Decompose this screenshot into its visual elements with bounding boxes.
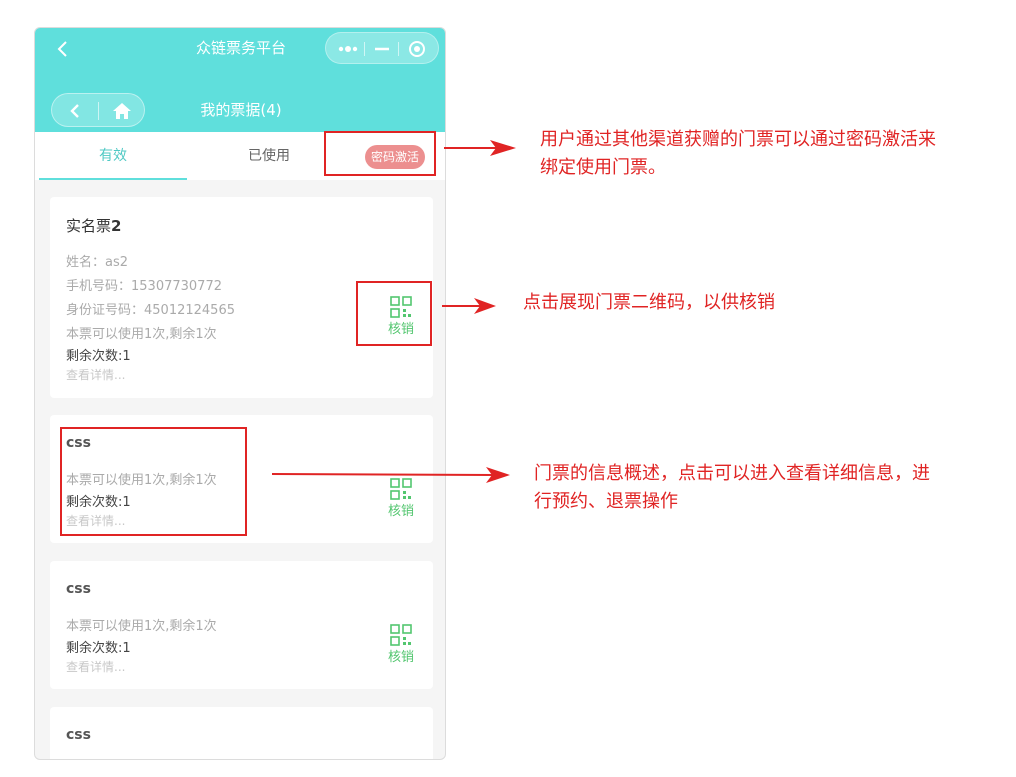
tab-underline [39, 178, 187, 180]
ticket-name: css [66, 581, 91, 597]
holder-name: 姓名：as2 [66, 255, 129, 270]
minus-icon[interactable] [372, 39, 392, 59]
verify-button[interactable]: 核销 [386, 623, 416, 667]
note-qrcode: 点击展现门票二维码，以供核销 [523, 292, 775, 313]
note-info-line2: 行预约、退票操作 [534, 491, 678, 512]
ticket-card[interactable]: css [50, 707, 433, 759]
header-bar: 众链票务平台 我的票据(4) [35, 28, 445, 132]
tab-valid[interactable]: 有效 [39, 132, 187, 180]
details-link[interactable]: 查看详情... [66, 658, 125, 676]
highlight-qrcode [356, 281, 432, 346]
details-link[interactable]: 查看详情... [66, 366, 125, 384]
page-title: 我的票据(4) [200, 101, 282, 119]
arrow-qrcode [442, 298, 496, 314]
highlight-activate [324, 131, 436, 176]
qrcode-icon [390, 624, 412, 646]
remaining-count: 剩余次数:1 [66, 349, 131, 364]
ticket-name: css [66, 727, 91, 743]
note-activate-line1: 用户通过其他渠道获赠的门票可以通过密码激活来 [540, 129, 936, 150]
note-activate-line2: 绑定使用门票。 [540, 157, 666, 178]
arrow-ticket-info [271, 467, 510, 483]
usage-info: 本票可以使用1次,剩余1次 [66, 327, 217, 342]
verify-label: 核销 [387, 650, 414, 665]
ticket-card[interactable]: css 本票可以使用1次,剩余1次 剩余次数:1 查看详情... 核销 [50, 561, 433, 689]
arrow-activate [444, 140, 516, 156]
ticket-name: 实名票2 [66, 217, 122, 235]
tab-used[interactable]: 已使用 [195, 132, 343, 180]
more-dots-icon[interactable] [334, 39, 362, 59]
phone-number: 手机号码：15307730772 [66, 279, 222, 294]
mini-program-capsule [325, 32, 439, 64]
note-info-line1: 门票的信息概述，点击可以进入查看详细信息，进 [534, 463, 930, 484]
verify-label: 核销 [387, 504, 414, 519]
remaining-count: 剩余次数:1 [66, 641, 131, 656]
usage-info: 本票可以使用1次,剩余1次 [66, 619, 217, 634]
target-icon[interactable] [406, 39, 428, 59]
id-number: 身份证号码：45012124565 [66, 303, 235, 318]
highlight-ticket-info [60, 427, 247, 536]
ticket-name-suffix: 2 [111, 217, 122, 235]
